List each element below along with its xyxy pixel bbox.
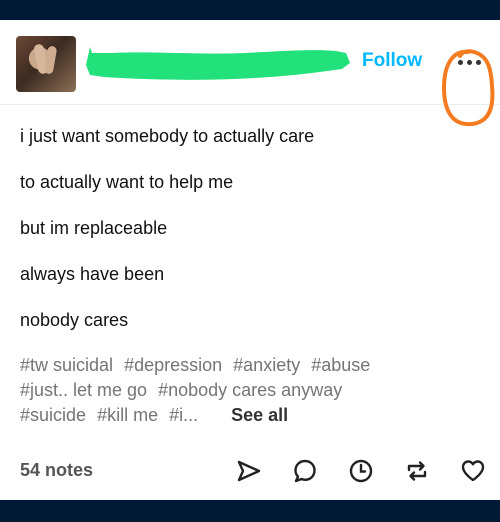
tag[interactable]: #anxiety [233,355,300,375]
tag[interactable]: #depression [124,355,222,375]
post-text-line: nobody cares [20,310,129,330]
tag[interactable]: #suicide [20,405,86,425]
post-text-line: but im replaceable [20,218,168,238]
post-footer: 54 notes [0,448,500,500]
reblog-icon[interactable] [404,458,430,484]
see-all-tags-link[interactable]: See all [231,405,288,425]
annotation-circle [441,49,495,127]
tag[interactable]: #tw suicidal [20,355,113,375]
like-icon[interactable] [460,458,486,484]
avatar-photo-detail [43,45,58,75]
tag[interactable]: #nobody cares anyway [158,380,342,400]
post-tags: #tw suicidal #depression #anxiety #abuse… [20,353,480,428]
reply-icon[interactable] [292,458,318,484]
notes-count[interactable]: 54 notes [20,460,93,481]
username-redaction [86,47,350,80]
top-app-bar [0,0,500,20]
history-icon[interactable] [348,458,374,484]
follow-button[interactable]: Follow [362,50,422,72]
tag[interactable]: #kill me [97,405,158,425]
tag[interactable]: #abuse [311,355,370,375]
post-text-line: i just want somebody to actually care [20,126,315,146]
post-body: i just want somebody to actually care to… [20,125,480,331]
post-text-line: to actually want to help me [20,172,234,192]
post-text-line: always have been [20,264,165,284]
tag[interactable]: #i... [169,405,198,425]
post-actions [236,458,486,484]
avatar[interactable] [16,36,76,92]
bottom-app-bar [0,500,500,522]
share-icon[interactable] [236,458,262,484]
tag[interactable]: #just.. let me go [20,380,147,400]
post-header: Follow [0,20,500,127]
